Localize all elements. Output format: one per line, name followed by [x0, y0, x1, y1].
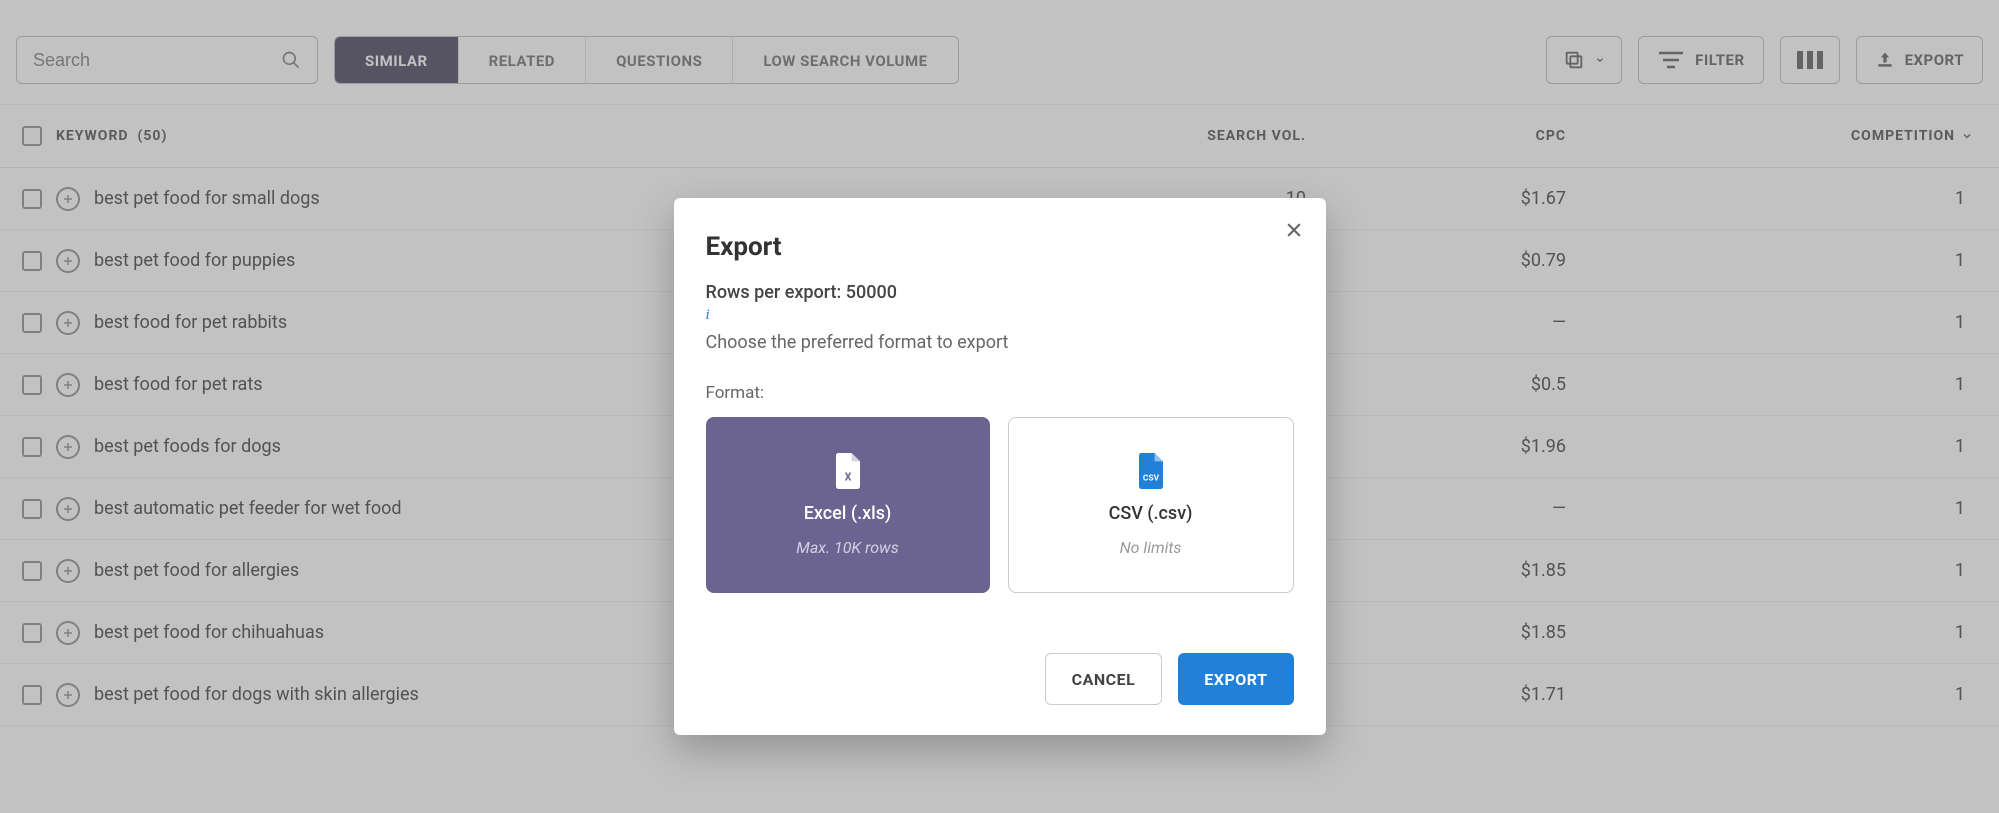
modal-overlay[interactable]: Export Rows per export: 50000 i Choose t…	[0, 0, 1999, 813]
format-option-excel[interactable]: X Excel (.xls) Max. 10K rows	[706, 417, 990, 593]
svg-text:X: X	[844, 471, 851, 484]
file-csv-icon: CSV	[1136, 453, 1166, 489]
export-modal: Export Rows per export: 50000 i Choose t…	[674, 198, 1326, 735]
modal-export-button[interactable]: EXPORT	[1178, 653, 1293, 705]
format-excel-note: Max. 10K rows	[796, 538, 898, 557]
cancel-button[interactable]: CANCEL	[1045, 653, 1163, 705]
modal-rows-per-export: Rows per export: 50000	[706, 282, 1294, 303]
format-options: X Excel (.xls) Max. 10K rows CSV CSV (.c…	[706, 417, 1294, 593]
close-icon[interactable]	[1284, 220, 1304, 244]
info-icon[interactable]: i	[706, 307, 1294, 324]
format-csv-name: CSV (.csv)	[1109, 503, 1193, 524]
format-label: Format:	[706, 383, 1294, 403]
format-option-csv[interactable]: CSV CSV (.csv) No limits	[1008, 417, 1294, 593]
file-xls-icon: X	[833, 453, 863, 489]
modal-actions: CANCEL EXPORT	[706, 653, 1294, 705]
modal-title: Export	[706, 232, 1294, 262]
format-csv-note: No limits	[1120, 538, 1182, 557]
format-excel-name: Excel (.xls)	[804, 503, 892, 524]
modal-description: Choose the preferred format to export	[706, 332, 1294, 353]
svg-text:CSV: CSV	[1142, 474, 1159, 484]
